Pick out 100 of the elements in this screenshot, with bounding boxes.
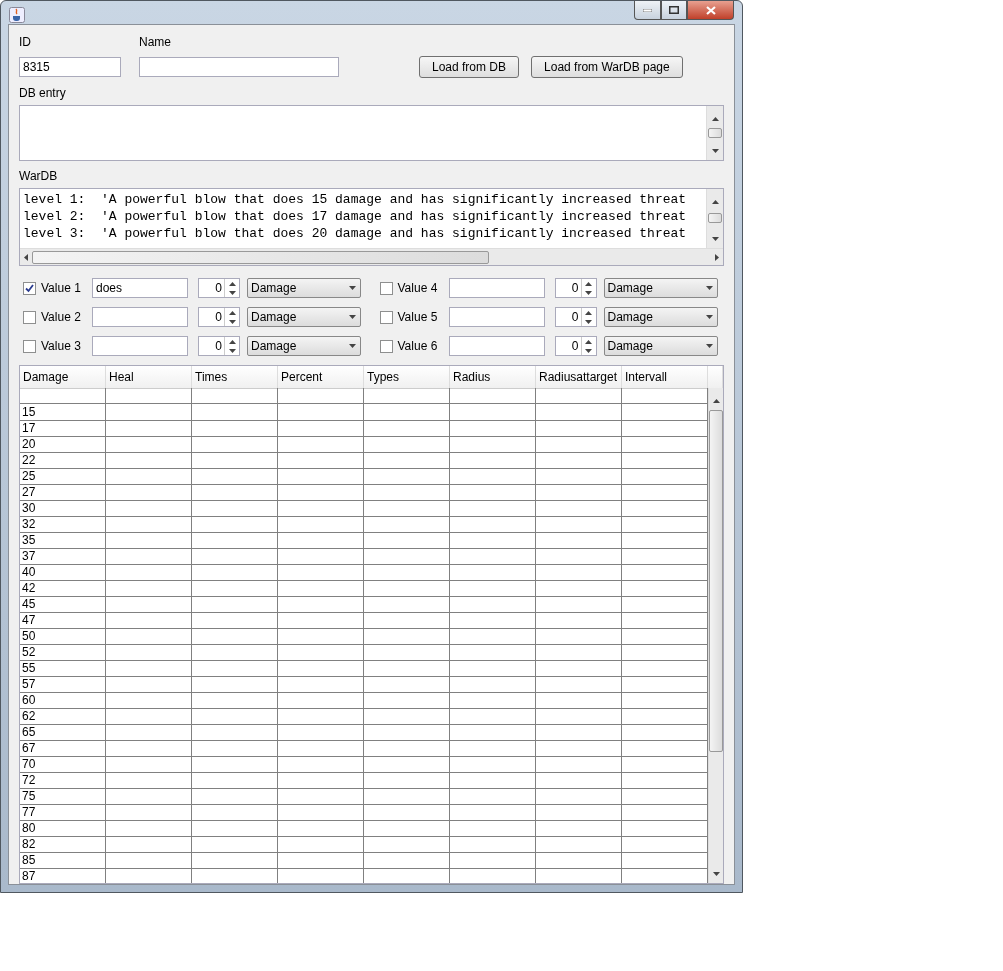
spinner-field[interactable]: 0 (554, 336, 597, 356)
spin-up-icon[interactable] (585, 281, 592, 286)
value-label: Value 4 (397, 281, 439, 295)
id-label: ID (19, 35, 32, 49)
scroll-down-icon[interactable] (711, 237, 719, 241)
scroll-left-icon[interactable] (24, 253, 28, 261)
spinner-field[interactable]: 0 (554, 278, 597, 298)
column-header[interactable]: Percent (278, 366, 364, 389)
column-header[interactable]: Damage (20, 366, 106, 389)
column-header[interactable]: Radius (450, 366, 536, 389)
spin-up-icon[interactable] (228, 310, 236, 315)
type-dropdown[interactable]: Damage (603, 336, 718, 356)
spin-down-icon[interactable] (228, 290, 236, 295)
scroll-down-icon[interactable] (711, 149, 719, 153)
vertical-scrollbar[interactable] (706, 189, 723, 248)
id-input[interactable]: 8315 (19, 57, 121, 77)
table-cell: 42 (20, 580, 106, 597)
value-label: Value 5 (397, 310, 439, 324)
checkbox[interactable] (379, 281, 393, 295)
minimize-icon (643, 8, 652, 12)
spin-down-icon[interactable] (585, 290, 592, 295)
table-cell: 27 (20, 484, 106, 501)
scroll-thumb[interactable] (32, 250, 489, 264)
close-button[interactable] (687, 1, 734, 20)
load-button[interactable]: Load from DB (419, 56, 520, 78)
column-header[interactable]: Times (192, 366, 278, 389)
maximize-button[interactable] (661, 1, 687, 20)
name-input[interactable] (139, 57, 339, 77)
spinner-field[interactable]: 0 (198, 307, 240, 327)
horizontal-scrollbar[interactable] (20, 248, 723, 265)
vertical-scrollbar[interactable] (706, 106, 723, 160)
scroll-up-icon[interactable] (712, 399, 720, 403)
spin-up-icon[interactable] (585, 310, 592, 315)
table-cell: 65 (20, 724, 106, 741)
scroll-up-icon[interactable] (711, 200, 719, 204)
spinner-field[interactable]: 0 (198, 278, 240, 298)
value-input[interactable] (92, 336, 188, 356)
scroll-thumb[interactable] (708, 128, 722, 138)
value-label: Value 1 (41, 281, 82, 295)
scroll-thumb[interactable] (709, 410, 723, 752)
table-cell: 50 (20, 628, 106, 645)
minimize-button[interactable] (634, 1, 661, 20)
scroll-right-icon[interactable] (715, 253, 719, 261)
table-cell: 72 (20, 772, 106, 789)
column-header[interactable]: Intervall (622, 366, 708, 389)
value-input[interactable] (448, 278, 545, 298)
wardb-textarea[interactable] (19, 188, 724, 266)
column-header[interactable]: Heal (106, 366, 192, 389)
dropdown-caret-icon[interactable] (705, 344, 713, 348)
dropdown-caret-icon[interactable] (705, 286, 713, 290)
table-cell: 67 (20, 740, 106, 757)
table-cell: 80 (20, 820, 106, 837)
type-dropdown[interactable]: Damage (247, 307, 361, 327)
spin-up-icon[interactable] (585, 339, 592, 344)
dropdown-caret-icon[interactable] (705, 315, 713, 319)
type-dropdown[interactable]: Damage (247, 336, 361, 356)
spin-down-icon[interactable] (228, 319, 236, 324)
maximize-icon (669, 6, 679, 14)
vertical-scrollbar[interactable] (708, 388, 723, 883)
table-cell: 57 (20, 676, 106, 693)
column-header[interactable]: Types (364, 366, 450, 389)
table-cell: 77 (20, 804, 106, 821)
type-dropdown[interactable]: Damage (603, 307, 718, 327)
value-input[interactable] (92, 307, 188, 327)
value-input[interactable]: does (92, 278, 188, 298)
table-cell: 52 (20, 644, 106, 661)
spin-down-icon[interactable] (585, 319, 592, 324)
type-dropdown[interactable]: Damage (247, 278, 361, 298)
value-label: Value 3 (41, 339, 82, 353)
type-dropdown[interactable]: Damage (603, 278, 718, 298)
value-input[interactable] (448, 336, 545, 356)
scroll-up-icon[interactable] (711, 117, 719, 121)
table-cell: 35 (20, 532, 106, 549)
dropdown-caret-icon[interactable] (349, 315, 356, 319)
name-label: Name (139, 35, 172, 49)
scroll-down-icon[interactable] (712, 872, 720, 876)
table-cell: 45 (20, 596, 106, 613)
spinner-field[interactable]: 0 (198, 336, 240, 356)
table-cell: 37 (20, 548, 106, 565)
spin-up-icon[interactable] (228, 281, 236, 286)
spin-down-icon[interactable] (228, 348, 236, 353)
spin-down-icon[interactable] (585, 348, 592, 353)
table-cell: 20 (20, 436, 106, 453)
load-button[interactable]: Load from WarDB page (531, 56, 683, 78)
scroll-thumb[interactable] (708, 213, 722, 223)
checkbox[interactable] (379, 339, 393, 353)
value-input[interactable] (448, 307, 545, 327)
wardb-label: WarDB (19, 169, 59, 183)
checkbox[interactable] (379, 310, 393, 324)
checkbox[interactable] (23, 310, 36, 324)
table-cell: 55 (20, 660, 106, 677)
dropdown-caret-icon[interactable] (349, 344, 356, 348)
spinner-field[interactable]: 0 (554, 307, 597, 327)
column-header[interactable]: Radiusattarget (536, 366, 622, 389)
checkbox[interactable] (23, 339, 36, 353)
checkbox[interactable] (23, 281, 36, 295)
spin-up-icon[interactable] (228, 339, 236, 344)
table-cell: 25 (20, 468, 106, 485)
table-cell: 60 (20, 692, 106, 709)
dropdown-caret-icon[interactable] (349, 286, 356, 290)
